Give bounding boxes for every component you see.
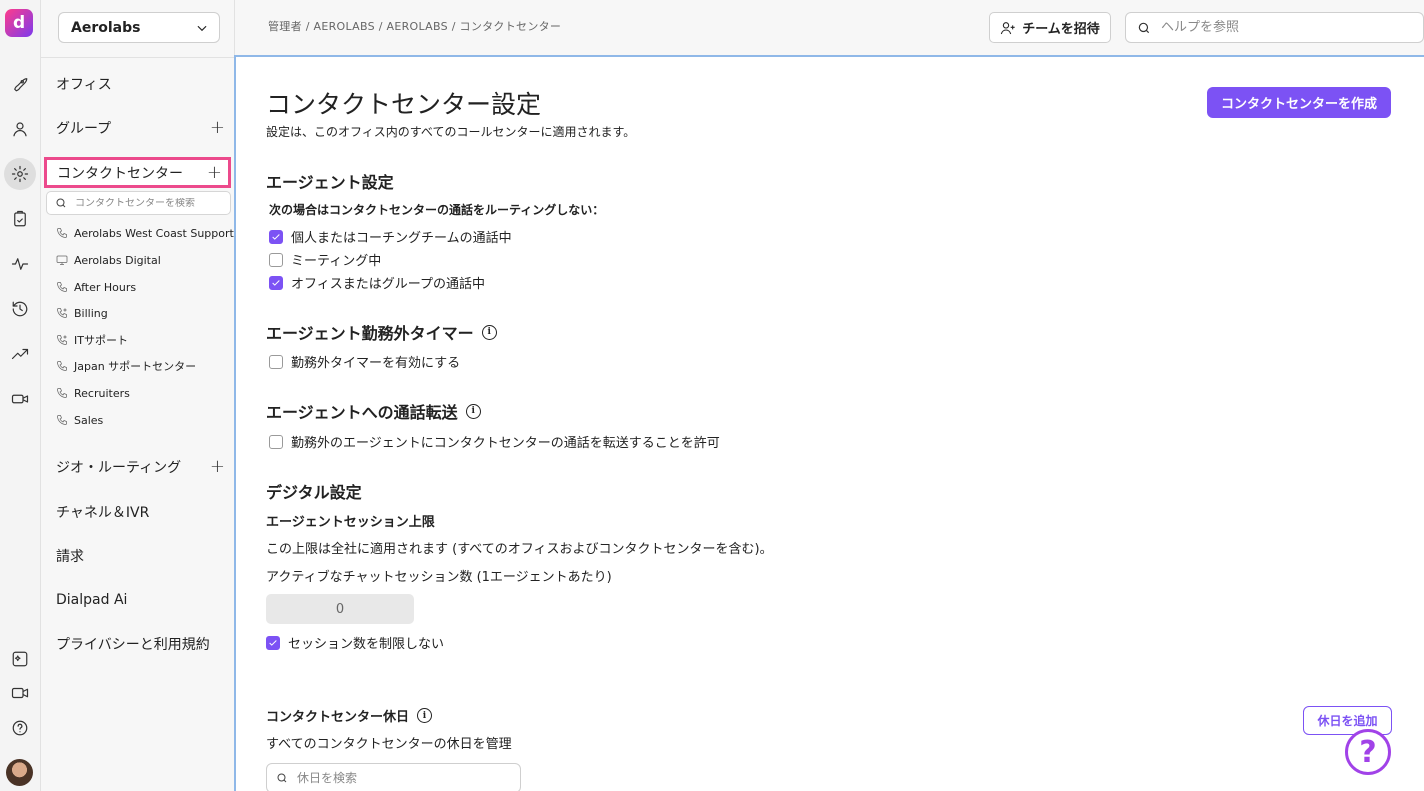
search-icon (1138, 22, 1150, 33)
phone-icon (57, 388, 67, 398)
meeting-video-icon[interactable] (7, 680, 33, 706)
add-contact-center-icon[interactable]: + (207, 163, 224, 182)
rocket-icon[interactable] (7, 71, 33, 97)
invite-team-button[interactable]: チームを招待 (989, 12, 1111, 43)
sidebar-item-office[interactable]: オフィス (56, 71, 227, 97)
exclude-meeting-checkbox[interactable]: ミーティング中 (269, 250, 381, 269)
contact-center-item[interactable]: Japan サポートセンター (56, 357, 196, 375)
holidays-heading: コンタクトセンター休日 i (266, 706, 433, 725)
allow-transfer-checkbox[interactable]: 勤務外のエージェントにコンタクトセンターの通話を転送することを許可 (269, 432, 720, 451)
unlimited-sessions-checkbox[interactable]: セッション数を制限しない (266, 633, 444, 652)
pulse-icon[interactable] (7, 251, 33, 277)
contact-center-search[interactable] (46, 191, 231, 215)
enable-off-duty-timer-checkbox[interactable]: 勤務外タイマーを有効にする (269, 352, 460, 371)
sidebar-item-channels-ivr[interactable]: チャネル＆IVR (56, 499, 227, 525)
add-group-icon[interactable]: + (210, 119, 227, 137)
chevron-down-icon (197, 25, 207, 31)
holiday-search-input[interactable] (297, 771, 497, 785)
info-icon[interactable]: i (417, 708, 433, 723)
phone-cog-icon (57, 308, 67, 318)
help-fab-button[interactable]: ? (1345, 729, 1391, 775)
create-contact-center-button[interactable]: コンタクトセンターを作成 (1207, 87, 1391, 118)
checkbox-unchecked[interactable] (269, 434, 283, 449)
search-icon (277, 773, 287, 783)
history-icon[interactable] (7, 296, 33, 322)
checkbox-checked[interactable] (269, 229, 283, 244)
settings-sidebar: Aerolabs オフィス グループ+ コンタクトセンター+ Aerolabs … (41, 0, 235, 791)
holiday-search[interactable] (266, 763, 521, 791)
checkbox-checked[interactable] (269, 275, 283, 290)
sidebar-item-privacy[interactable]: プライバシーと利用規約 (56, 631, 227, 657)
info-icon[interactable]: i (481, 324, 497, 340)
settings-main: コンタクトセンター設定 設定は、このオフィス内のすべてのコールセンターに適用され… (234, 55, 1424, 791)
agent-settings-heading: エージェント設定 (266, 173, 394, 192)
checkmark-icon (272, 279, 280, 286)
monitor-icon (56, 255, 68, 265)
contact-center-item[interactable]: After Hours (56, 278, 136, 296)
info-icon[interactable]: i (465, 403, 481, 419)
checkbox-checked[interactable] (266, 635, 280, 650)
sidebar-item-contact-center[interactable]: コンタクトセンター + (44, 157, 231, 188)
checkmark-icon (272, 233, 280, 240)
org-name: Aerolabs (71, 19, 141, 36)
digital-settings-heading: デジタル設定 (266, 483, 362, 502)
add-user-icon (1001, 21, 1015, 34)
contact-center-search-input[interactable] (75, 197, 225, 209)
sidebar-item-dialpad-ai[interactable]: Dialpad Ai (56, 587, 227, 613)
checkbox-unchecked[interactable] (269, 252, 283, 267)
help-circle-icon[interactable] (7, 715, 33, 741)
sidebar-divider (41, 57, 235, 58)
contact-center-item[interactable]: Sales (56, 411, 103, 429)
gear-icon[interactable] (4, 158, 36, 190)
session-limit-desc: この上限は全社に適用されます (すべてのオフィスおよびコンタクトセンターを含む)… (266, 542, 773, 557)
contact-center-item[interactable]: Aerolabs Digital (56, 251, 161, 269)
page-subtitle: 設定は、このオフィス内のすべてのコールセンターに適用されます。 (266, 125, 636, 139)
trend-icon[interactable] (7, 341, 33, 367)
dialpad-ai-icon[interactable] (7, 646, 33, 672)
org-selector[interactable]: Aerolabs (58, 12, 220, 43)
phone-icon (57, 415, 67, 425)
routing-exclusion-label: 次の場合はコンタクトセンターの通話をルーティングしない： (269, 203, 605, 217)
phone-icon (57, 282, 67, 292)
help-search[interactable] (1125, 12, 1424, 43)
checkbox-unchecked[interactable] (269, 354, 283, 369)
contact-center-item[interactable]: Recruiters (56, 384, 130, 402)
search-icon (56, 198, 66, 208)
dialpad-logo-icon[interactable]: d (5, 9, 33, 37)
session-limit-label: エージェントセッション上限 (266, 515, 435, 530)
top-bar: 管理者 / AEROLABS / AEROLABS / コンタクトセンター チー… (235, 0, 1424, 55)
contact-center-item[interactable]: ITサポート (56, 331, 128, 349)
phone-cog-icon (57, 335, 67, 345)
active-sessions-input[interactable] (266, 594, 414, 624)
icon-rail: d (0, 0, 41, 791)
sidebar-item-geo-routing[interactable]: ジオ・ルーティング + (56, 454, 227, 480)
add-geo-routing-icon[interactable]: + (210, 458, 227, 476)
holidays-desc: すべてのコンタクトセンターの休日を管理 (266, 737, 512, 752)
contact-center-item[interactable]: Billing (56, 304, 108, 322)
exclude-personal-call-checkbox[interactable]: 個人またはコーチングチームの通話中 (269, 227, 512, 246)
breadcrumb: 管理者 / AEROLABS / AEROLABS / コンタクトセンター (268, 20, 562, 33)
clipboard-icon[interactable] (7, 206, 33, 232)
off-duty-timer-heading: エージェント勤務外タイマー i (266, 320, 497, 344)
page-title: コンタクトセンター設定 (266, 90, 542, 119)
checkmark-icon (269, 639, 277, 646)
exclude-office-call-checkbox[interactable]: オフィスまたはグループの通話中 (269, 273, 485, 292)
active-sessions-label: アクティブなチャットセッション数 (1エージェントあたり) (266, 570, 612, 585)
user-avatar[interactable] (6, 759, 33, 786)
sidebar-item-billing[interactable]: 請求 (56, 543, 227, 569)
person-icon[interactable] (7, 116, 33, 142)
sidebar-item-groups[interactable]: グループ + (56, 115, 227, 141)
phone-icon (57, 361, 67, 371)
contact-center-item[interactable]: Aerolabs West Coast Support (56, 224, 234, 242)
help-search-input[interactable] (1161, 20, 1411, 35)
video-camera-icon[interactable] (7, 386, 33, 412)
phone-icon (57, 228, 67, 238)
call-transfer-heading: エージェントへの通話転送 i (266, 399, 481, 423)
